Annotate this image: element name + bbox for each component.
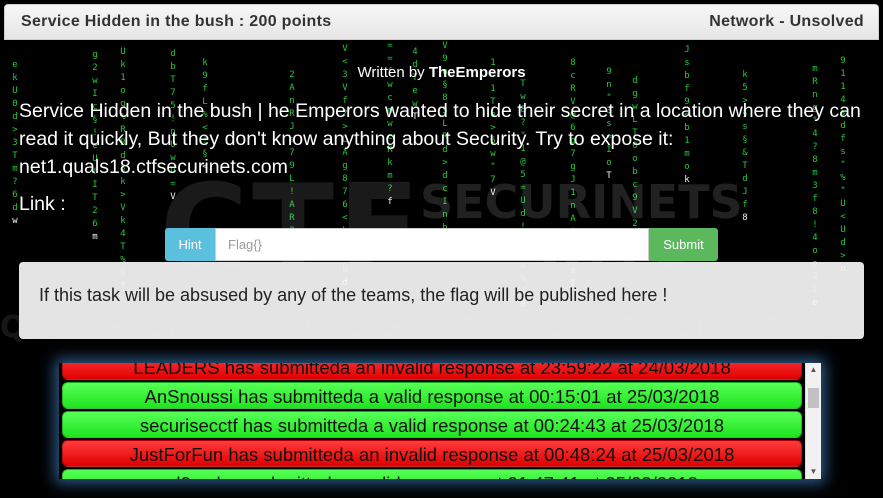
submissions-feed[interactable]: LEADERS has submitteda an invalid respon…: [59, 363, 821, 479]
submit-button[interactable]: Submit: [649, 228, 718, 261]
author-name: TheEmperors: [428, 64, 526, 81]
submissions-list: LEADERS has submitteda an invalid respon…: [59, 363, 804, 479]
submissions-scrollbar[interactable]: ▲ ▼: [805, 363, 821, 479]
link-label: Link :: [19, 193, 66, 215]
flag-input[interactable]: [215, 228, 649, 261]
flag-form: Hint Submit: [165, 228, 718, 261]
submission-row: securisecctf has submitteda a valid resp…: [62, 411, 802, 438]
author-prefix: Written by: [357, 64, 425, 81]
scrollbar-thumb[interactable]: [808, 388, 819, 408]
author-line: Written by TheEmperors: [0, 64, 883, 81]
hint-button[interactable]: Hint: [165, 228, 215, 261]
notice-text: If this task will be absused by any of t…: [39, 285, 668, 305]
task-title: Service Hidden in the bush : 200 points: [21, 13, 332, 30]
triangle-up-icon[interactable]: ▲: [806, 363, 821, 377]
task-category-status: Network - Unsolved: [709, 13, 864, 30]
task-panel: Service Hidden in the bush : 200 points …: [0, 0, 883, 498]
task-description: Service Hidden in the bush | he Emperors…: [19, 100, 861, 178]
notice-box: If this task will be absused by any of t…: [19, 262, 864, 339]
submission-row: AnSnoussi has submitteda a valid respons…: [62, 382, 802, 409]
task-header: Service Hidden in the bush : 200 points …: [4, 4, 879, 40]
submission-row: JustForFun has submitteda an invalid res…: [62, 440, 802, 467]
submission-row: LEADERS has submitteda an invalid respon…: [62, 363, 802, 380]
triangle-down-icon[interactable]: ▼: [806, 465, 821, 479]
submission-row: al0ne has submitteda a valid response at…: [62, 469, 802, 479]
